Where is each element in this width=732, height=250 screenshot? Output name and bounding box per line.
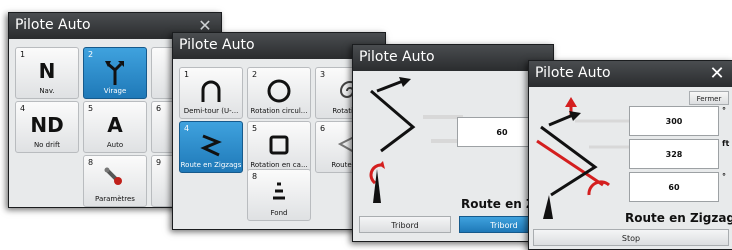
tile-virage[interactable]: 2 Virage xyxy=(83,47,147,99)
unit-3: ° xyxy=(722,172,726,181)
zigzag-diagram xyxy=(529,91,639,221)
fermer-button[interactable]: Fermer xyxy=(689,91,729,105)
tile-parametres[interactable]: 8 Paramètres xyxy=(83,155,147,207)
circle-icon xyxy=(248,78,310,104)
panel-title: Pilote Auto xyxy=(535,65,611,81)
tile-label: No drift xyxy=(33,141,61,149)
stop-button[interactable]: Stop xyxy=(533,229,729,246)
tile-number: 9 xyxy=(156,158,162,167)
zigzag-icon xyxy=(180,132,242,158)
turn-arrow-icon xyxy=(84,58,146,85)
value-field-2[interactable]: 328 xyxy=(629,139,719,169)
tile-label: Fond xyxy=(270,209,288,217)
panel-title: Pilote Auto xyxy=(179,37,255,53)
depth-contour-icon xyxy=(248,180,310,206)
starboard-button[interactable]: Tribord xyxy=(359,216,451,233)
unit-2: ft xyxy=(722,139,730,148)
screenshot: { "panel1": { "title": "Pilote Auto", "c… xyxy=(0,0,732,250)
u-turn-icon xyxy=(180,78,242,104)
tile-nav[interactable]: 1 N Nav. xyxy=(15,47,79,99)
title-bar: Pilote Auto ✕ xyxy=(529,61,732,87)
title-bar: Pilote Auto xyxy=(353,45,553,71)
autopilot-panel-4: Pilote Auto ✕ Fermer 300 ° 328 ft 60 ° R… xyxy=(528,60,732,250)
tile-label: Rotation circul... xyxy=(250,107,308,115)
autopilot-panel-3: Pilote Auto 60 Route en Zig Tribord Trib… xyxy=(352,44,554,242)
tile-auto[interactable]: 5 A Auto xyxy=(83,101,147,153)
wrench-icon xyxy=(84,166,146,192)
tile-label: Virage xyxy=(103,87,127,95)
tile-no-drift[interactable]: 4 ND No drift xyxy=(15,101,79,153)
tile-zigzag[interactable]: 4 Route en Zigzags xyxy=(179,121,243,173)
tile-number: 6 xyxy=(156,104,162,113)
tile-label: Paramètres xyxy=(95,195,135,203)
tile-circle[interactable]: 2 Rotation circul... xyxy=(247,67,311,119)
tile-label: Rotation en ca... xyxy=(250,161,308,169)
close-button[interactable]: ✕ xyxy=(705,64,729,84)
nav-icon: N xyxy=(38,59,56,83)
square-icon xyxy=(248,132,310,158)
unit-1: ° xyxy=(722,106,726,115)
value-field-3[interactable]: 60 xyxy=(629,172,719,202)
panel-title: Pilote Auto xyxy=(359,49,435,65)
tile-u-turn[interactable]: 1 Demi-tour (U-... xyxy=(179,67,243,119)
tile-fond[interactable]: 8 Fond xyxy=(247,169,311,221)
tile-label: Route en Zigzags xyxy=(180,161,242,169)
tile-label: Auto xyxy=(106,141,124,149)
tile-label: Demi-tour (U-... xyxy=(183,107,239,115)
panel-title: Pilote Auto xyxy=(15,17,91,33)
no-drift-icon: ND xyxy=(30,113,64,137)
mode-title: Route en Zigzags xyxy=(625,211,732,225)
tile-label: Nav. xyxy=(39,87,55,95)
tile-square[interactable]: 5 Rotation en ca... xyxy=(247,121,311,173)
value-field-1[interactable]: 300 xyxy=(629,106,719,136)
auto-icon: A xyxy=(107,113,123,137)
